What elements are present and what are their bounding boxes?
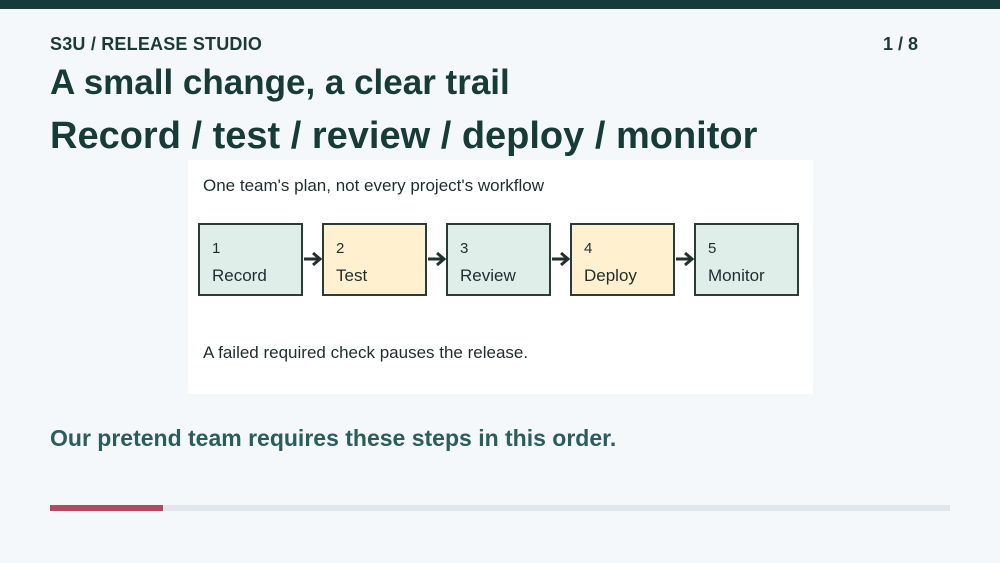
workflow-card: One team's plan, not every project's wor… bbox=[188, 160, 813, 394]
step-review: 3 Review bbox=[446, 223, 551, 296]
deck-progress-fill bbox=[50, 505, 163, 511]
slide-subtitle: Record / test / review / deploy / monito… bbox=[50, 115, 758, 157]
deck-eyebrow: S3U / RELEASE STUDIO bbox=[50, 34, 263, 54]
arrow-right-icon bbox=[304, 251, 323, 267]
slide-title: A small change, a clear trail bbox=[50, 63, 510, 102]
arrow-right-icon bbox=[428, 251, 447, 267]
step-number: 3 bbox=[460, 240, 469, 257]
page-indicator: 1 / 8 bbox=[882, 34, 918, 54]
arrow-right-icon bbox=[552, 251, 571, 267]
step-number: 4 bbox=[584, 240, 593, 257]
card-caption: One team's plan, not every project's wor… bbox=[203, 176, 544, 195]
arrow-right-icon bbox=[676, 251, 695, 267]
step-label: Test bbox=[336, 266, 368, 285]
step-number: 5 bbox=[708, 240, 717, 257]
step-monitor: 5 Monitor bbox=[694, 223, 799, 296]
step-test: 2 Test bbox=[322, 223, 427, 296]
step-label: Review bbox=[460, 266, 516, 285]
deck-progress-bar bbox=[50, 505, 950, 511]
step-number: 2 bbox=[336, 240, 345, 257]
step-label: Record bbox=[212, 266, 267, 285]
step-deploy: 4 Deploy bbox=[570, 223, 675, 296]
step-label: Monitor bbox=[708, 266, 765, 285]
step-record: 1 Record bbox=[198, 223, 303, 296]
slide-tagline: Our pretend team requires these steps in… bbox=[50, 425, 617, 451]
top-accent-bar bbox=[0, 0, 1000, 9]
card-footnote: A failed required check pauses the relea… bbox=[203, 343, 529, 362]
step-label: Deploy bbox=[584, 266, 637, 285]
step-number: 1 bbox=[212, 240, 221, 257]
